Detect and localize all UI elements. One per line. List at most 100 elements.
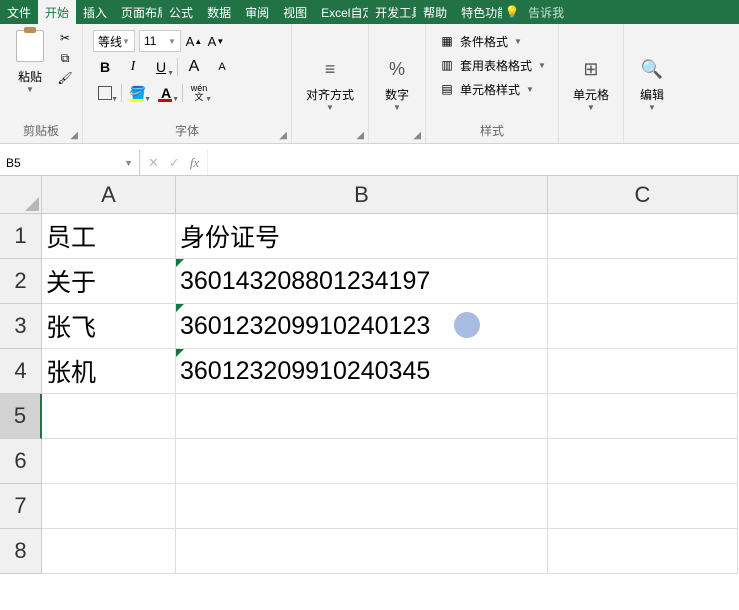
tab-page-layout[interactable]: 页面布局: [114, 0, 162, 24]
tab-special[interactable]: 特色功能: [454, 0, 502, 24]
row-header-5[interactable]: 5: [0, 394, 42, 439]
cell-C2[interactable]: [548, 259, 738, 304]
tab-developer[interactable]: 开发工具: [368, 0, 416, 24]
cell-B2[interactable]: 360143208801234197: [176, 259, 548, 304]
cells-label: 单元格: [573, 86, 609, 103]
cell-B1[interactable]: 身份证号: [176, 214, 548, 259]
dialog-launcher-icon[interactable]: ◢: [279, 130, 287, 141]
italic-button[interactable]: I: [121, 56, 145, 78]
ribbon: 粘贴 ▼ ✂ ⧉ 🖌 剪贴板◢ 等线▼ 11▼ A▲ A▼ B I U▼: [0, 24, 739, 144]
decrease-font-icon[interactable]: A▼: [207, 30, 225, 52]
fx-icon[interactable]: fx: [190, 155, 199, 171]
alignment-icon[interactable]: ≡: [316, 56, 344, 84]
cell-C7[interactable]: [548, 484, 738, 529]
conditional-formatting-icon: ▦: [438, 33, 456, 49]
cell-B7[interactable]: [176, 484, 548, 529]
row-header-3[interactable]: 3: [0, 304, 42, 349]
select-all-corner[interactable]: [0, 176, 42, 214]
cells-icon[interactable]: ⊞: [577, 56, 605, 84]
cell-C6[interactable]: [548, 439, 738, 484]
percent-icon[interactable]: %: [383, 56, 411, 84]
tab-help[interactable]: 帮助: [416, 0, 454, 24]
cell-B6[interactable]: [176, 439, 548, 484]
cell-B4[interactable]: 360123209910240345: [176, 349, 548, 394]
tab-formulas[interactable]: 公式: [162, 0, 200, 24]
cancel-icon[interactable]: ✕: [148, 155, 159, 171]
row-header-7[interactable]: 7: [0, 484, 42, 529]
editing-icon[interactable]: 🔍: [638, 56, 666, 84]
decrease-font-button[interactable]: A: [210, 56, 234, 78]
cell-B3[interactable]: 360123209910240123: [176, 304, 548, 349]
cell-A5[interactable]: [42, 394, 176, 439]
copy-icon[interactable]: ⧉: [56, 50, 74, 66]
cell-C3[interactable]: [548, 304, 738, 349]
row-header-2[interactable]: 2: [0, 259, 42, 304]
conditional-formatting-button[interactable]: ▦ 条件格式▼: [438, 30, 522, 52]
increase-font-button[interactable]: A: [182, 56, 206, 78]
paste-button[interactable]: 粘贴 ▼: [8, 30, 52, 94]
chevron-down-icon[interactable]: ▼: [648, 103, 656, 112]
group-cells: ⊞ 单元格 ▼: [559, 24, 624, 143]
fill-color-button[interactable]: 🪣▼: [126, 82, 150, 104]
format-as-table-button[interactable]: ▥ 套用表格格式▼: [438, 54, 546, 76]
cell-A3[interactable]: 张飞: [42, 304, 176, 349]
font-size-combo[interactable]: 11▼: [139, 30, 181, 52]
table-format-icon: ▥: [438, 57, 456, 73]
font-name-combo[interactable]: 等线▼: [93, 30, 135, 52]
cell-C4[interactable]: [548, 349, 738, 394]
cell-A7[interactable]: [42, 484, 176, 529]
cell-B5[interactable]: [176, 394, 548, 439]
tab-file[interactable]: 文件: [0, 0, 38, 24]
chevron-down-icon[interactable]: ▼: [326, 103, 334, 112]
cell-styles-button[interactable]: ▤ 单元格样式▼: [438, 78, 534, 100]
tab-insert[interactable]: 插入: [76, 0, 114, 24]
col-header-B[interactable]: B: [176, 176, 548, 214]
chevron-down-icon[interactable]: ▼: [26, 85, 34, 94]
underline-button[interactable]: U▼: [149, 56, 173, 78]
cell-C5[interactable]: [548, 394, 738, 439]
cell-A8[interactable]: [42, 529, 176, 574]
tell-me[interactable]: 告诉我: [522, 0, 570, 24]
chevron-down-icon[interactable]: ▼: [393, 103, 401, 112]
bold-button[interactable]: B: [93, 56, 117, 78]
phonetic-button[interactable]: wén文▼: [187, 82, 211, 104]
borders-button[interactable]: ▼: [93, 82, 117, 104]
paste-label: 粘贴: [18, 68, 42, 85]
cell-A1[interactable]: 员工: [42, 214, 176, 259]
group-styles: ▦ 条件格式▼ ▥ 套用表格格式▼ ▤ 单元格样式▼ 样式: [426, 24, 559, 143]
row-header-8[interactable]: 8: [0, 529, 42, 574]
cell-A6[interactable]: [42, 439, 176, 484]
enter-icon[interactable]: ✓: [169, 155, 180, 171]
row-header-6[interactable]: 6: [0, 439, 42, 484]
dialog-launcher-icon[interactable]: ◢: [356, 130, 364, 141]
tab-review[interactable]: 审阅: [238, 0, 276, 24]
col-header-A[interactable]: A: [42, 176, 176, 214]
font-color-button[interactable]: A▼: [154, 82, 178, 104]
cell-C8[interactable]: [548, 529, 738, 574]
chevron-down-icon[interactable]: ▼: [587, 103, 595, 112]
cell-C1[interactable]: [548, 214, 738, 259]
cell-B8[interactable]: [176, 529, 548, 574]
cell-A4[interactable]: 张机: [42, 349, 176, 394]
cell-A2[interactable]: 关于: [42, 259, 176, 304]
formula-input[interactable]: [208, 150, 739, 175]
format-painter-icon[interactable]: 🖌: [56, 70, 74, 86]
tab-data[interactable]: 数据: [200, 0, 238, 24]
group-label-styles: 样式: [430, 120, 554, 143]
row-header-4[interactable]: 4: [0, 349, 42, 394]
dialog-launcher-icon[interactable]: ◢: [413, 130, 421, 141]
tab-home[interactable]: 开始: [38, 0, 76, 24]
row-header-1[interactable]: 1: [0, 214, 42, 259]
cut-icon[interactable]: ✂: [56, 30, 74, 46]
group-clipboard: 粘贴 ▼ ✂ ⧉ 🖌 剪贴板◢: [0, 24, 83, 143]
dialog-launcher-icon[interactable]: ◢: [70, 130, 78, 141]
group-font: 等线▼ 11▼ A▲ A▼ B I U▼ A A ▼ 🪣▼ A▼ wén文▼: [83, 24, 292, 143]
tab-excel-custom[interactable]: Excel自定: [314, 0, 368, 24]
group-editing: 🔍 编辑 ▼: [624, 24, 680, 143]
name-box[interactable]: B5▼: [0, 150, 140, 175]
number-label: 数字: [385, 86, 409, 103]
tab-view[interactable]: 视图: [276, 0, 314, 24]
increase-font-icon[interactable]: A▲: [185, 30, 203, 52]
chevron-down-icon[interactable]: ▼: [124, 158, 133, 168]
col-header-C[interactable]: C: [548, 176, 738, 214]
